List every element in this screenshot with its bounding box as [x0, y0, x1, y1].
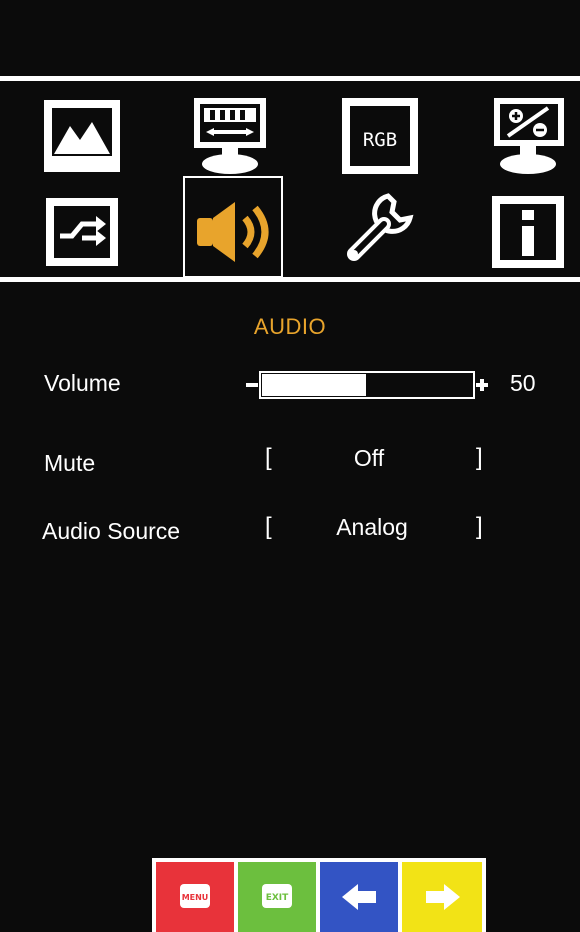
audio-source-value[interactable]: Analog [282, 514, 462, 541]
volume-fill [262, 374, 366, 396]
audio-source-label: Audio Source [42, 518, 181, 544]
exit-key-text: EXIT [266, 893, 289, 903]
menu-item-picture[interactable] [32, 88, 132, 186]
menu-key-icon: MENU [156, 862, 234, 932]
volume-track[interactable] [259, 371, 475, 399]
display-position-icon [194, 98, 266, 174]
volume-value: 50 [510, 370, 536, 396]
mute-label: Mute [44, 450, 96, 476]
exit-key-icon: EXIT [238, 862, 316, 932]
volume-label: Volume [44, 370, 121, 396]
speaker-icon [197, 202, 269, 262]
mute-bracket-close: ] [476, 444, 483, 471]
menu-item-percent[interactable] [478, 88, 578, 186]
menu-item-setup[interactable] [330, 178, 430, 276]
middle-divider [0, 277, 580, 282]
audio-source-bracket-close: ] [476, 513, 483, 540]
arrow-right-icon [402, 862, 482, 932]
menu-item-rgb[interactable]: RGB [330, 88, 430, 186]
rgb-icon: RGB [342, 98, 418, 174]
wrench-icon [347, 193, 414, 261]
right-key[interactable] [402, 862, 482, 932]
exit-key[interactable]: EXIT [238, 862, 316, 932]
mute-bracket-open: [ [265, 444, 272, 471]
top-divider [0, 76, 580, 81]
volume-decrease-icon[interactable] [246, 383, 258, 387]
mute-value[interactable]: Off [279, 445, 459, 472]
volume-increase-icon[interactable] [476, 379, 488, 391]
footer-keys: MENU EXIT [152, 858, 486, 932]
page-title: AUDIO [253, 314, 327, 339]
audio-source-bracket-open: [ [265, 513, 272, 540]
info-icon [492, 196, 564, 268]
volume-slider[interactable] [246, 367, 496, 403]
left-key[interactable] [320, 862, 398, 932]
arrow-left-icon [320, 862, 398, 932]
input-switch-icon [46, 198, 118, 266]
picture-icon [44, 100, 120, 172]
menu-item-input[interactable] [32, 178, 132, 276]
menu-key-text: MENU [182, 893, 209, 902]
rgb-icon-text: RGB [363, 129, 397, 151]
menu-item-info[interactable] [478, 178, 578, 276]
menu-item-audio[interactable] [183, 176, 283, 278]
menu-item-position[interactable] [180, 88, 280, 186]
percent-display-icon [494, 98, 564, 174]
menu-key[interactable]: MENU [156, 862, 234, 932]
